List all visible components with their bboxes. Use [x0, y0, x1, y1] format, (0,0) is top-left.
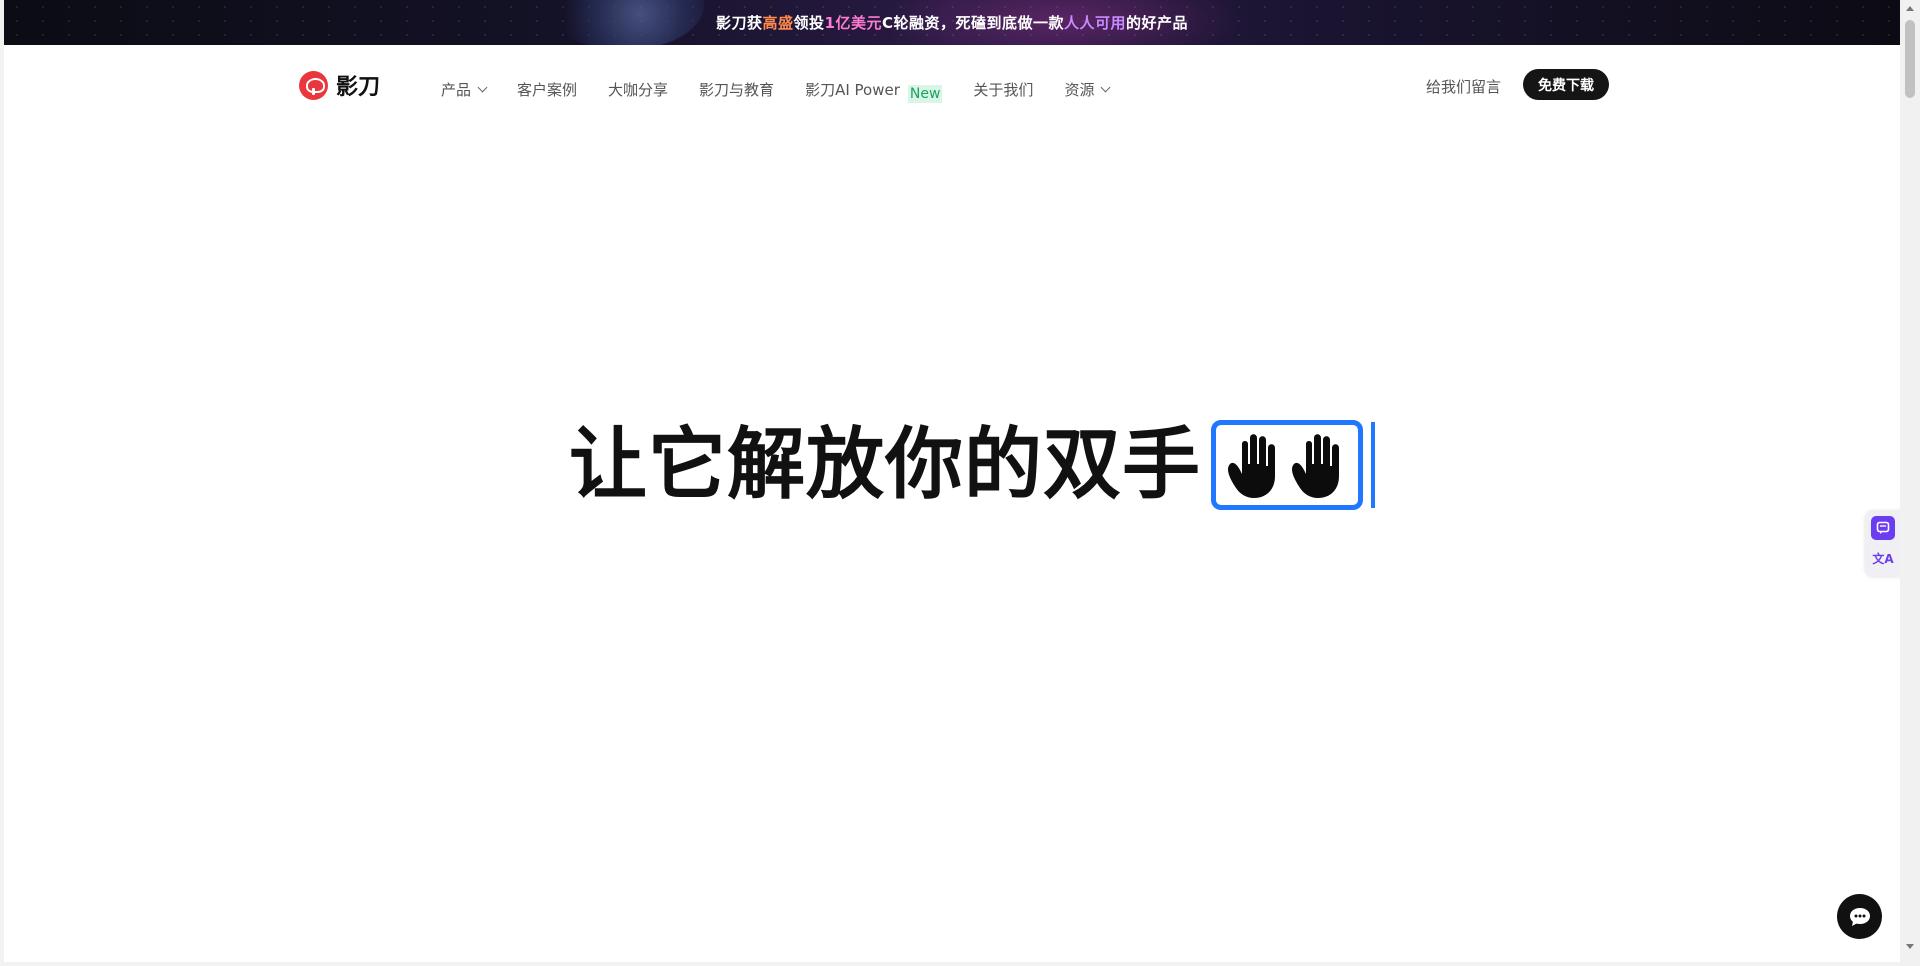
typing-cursor — [1371, 422, 1376, 508]
banner-text-segment: C轮融资，死磕到底做一款 — [881, 14, 1064, 32]
new-badge: New — [907, 85, 943, 103]
banner-highlight-goldman: 高盛 — [762, 14, 794, 32]
nav-item-label: 客户案例 — [517, 80, 578, 99]
feedback-icon[interactable] — [1871, 516, 1895, 540]
nav-item-about-us[interactable]: 关于我们 — [973, 79, 1033, 100]
chevron-down-icon — [477, 82, 488, 92]
chat-bubble-icon[interactable] — [1837, 894, 1882, 939]
chat-glyph — [1849, 907, 1870, 926]
logo-text: 影刀 — [336, 75, 381, 100]
nav-item-products[interactable]: 产品 — [441, 79, 488, 100]
chevron-down-icon — [1101, 82, 1111, 92]
banner-highlight-amount: 1亿美元 — [824, 14, 882, 32]
page-scrollbar[interactable] — [1900, 0, 1920, 966]
nav-item-customer-cases[interactable]: 客户案例 — [517, 79, 577, 100]
logo-icon — [299, 70, 328, 100]
nav-item-label: 影刀与教育 — [699, 80, 775, 99]
promo-banner-text: 影刀获高盛领投1亿美元C轮融资，死磕到底做一款人人可用的好产品 — [716, 12, 1188, 33]
scrollbar-thumb[interactable] — [1905, 20, 1915, 98]
hand-right-icon — [1292, 434, 1340, 498]
nav-item-ai-power[interactable]: 影刀AI Power New — [805, 75, 943, 103]
nav-item-expert-sharing[interactable]: 大咖分享 — [608, 79, 668, 100]
site-logo[interactable]: 影刀 — [299, 69, 380, 101]
free-download-button[interactable]: 免费下载 — [1523, 69, 1609, 100]
translate-icon[interactable]: 文A — [1871, 546, 1895, 570]
nav-item-label: 影刀AI Power — [805, 80, 900, 99]
nav-item-label: 产品 — [441, 80, 472, 99]
nav-item-label: 资源 — [1064, 80, 1095, 99]
feedback-glyph — [1876, 521, 1890, 534]
nav-item-education[interactable]: 影刀与教育 — [699, 79, 774, 100]
banner-text-segment: 领投 — [793, 14, 825, 32]
banner-highlight-everyone: 人人可用 — [1063, 14, 1126, 32]
main-menu: 产品 客户案例 大咖分享 影刀与教育 影刀AI Power New 关于我们 资… — [441, 75, 1140, 103]
hero-section: 让它解放你的双手 — [569, 420, 1376, 510]
side-toolbar: 文A — [1865, 510, 1900, 576]
leave-message-link[interactable]: 给我们留言 — [1426, 76, 1501, 97]
banner-text-segment: 影刀获 — [715, 14, 763, 32]
hero-title: 让它解放你的双手 — [569, 420, 1202, 510]
raised-hands-icon — [1211, 420, 1364, 510]
nav-item-label: 关于我们 — [973, 80, 1034, 99]
nav-item-resources[interactable]: 资源 — [1064, 79, 1111, 100]
top-navigation: 影刀 产品 客户案例 大咖分享 影刀与教育 影刀AI Power New 关于我… — [4, 45, 1900, 125]
scroll-down-arrow-icon[interactable] — [1906, 944, 1914, 949]
promo-banner[interactable]: 影刀获高盛领投1亿美元C轮融资，死磕到底做一款人人可用的好产品 — [4, 0, 1900, 45]
scroll-up-arrow-icon[interactable] — [1906, 6, 1914, 11]
banner-text-segment: 的好产品 — [1126, 14, 1189, 32]
hand-left-icon — [1228, 434, 1276, 498]
nav-item-label: 大咖分享 — [608, 80, 669, 99]
browser-page: 影刀获高盛领投1亿美元C轮融资，死磕到底做一款人人可用的好产品 影刀 产品 客户… — [4, 0, 1900, 962]
